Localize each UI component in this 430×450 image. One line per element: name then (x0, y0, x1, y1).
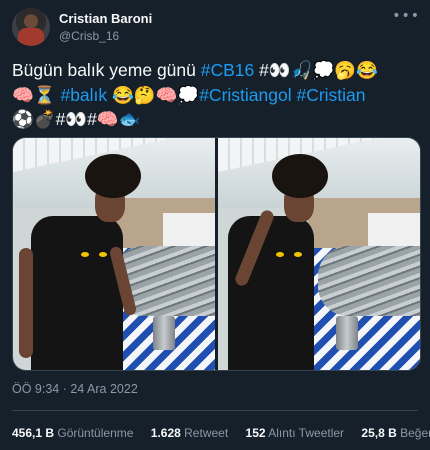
more-options-icon[interactable]: ••• (392, 8, 420, 24)
tweet-text-part: 😂🤔🧠💭 (107, 84, 200, 105)
fish-pile (318, 246, 420, 316)
black-shirt (228, 216, 314, 370)
stat-retweets[interactable]: 1.628 Retweet (151, 426, 228, 440)
author-handle[interactable]: @Crisb_16 (59, 29, 119, 43)
stat-value: 1.628 (150, 426, 181, 440)
time: ÖÖ 9:34 (12, 382, 60, 396)
tweet-timestamp[interactable]: ÖÖ 9:34 · 24 Ara 2022 (12, 382, 138, 396)
hair (272, 154, 328, 198)
stat-value: 456,1 B (12, 426, 55, 440)
metal-bucket (153, 316, 175, 350)
stat-likes[interactable]: 25,8 B Beğeni (361, 426, 430, 440)
avatar[interactable] (12, 8, 50, 46)
date: 24 Ara 2022 (70, 382, 138, 396)
stat-quotes[interactable]: 152 Alıntı Tweetler (246, 426, 345, 440)
tweet-stats: 456,1 B Görüntülenme 1.628 Retweet 152 A… (12, 426, 430, 440)
stat-label: Retweet (184, 426, 229, 440)
shirt-eye (294, 252, 302, 257)
stat-value: 25,8 B (361, 426, 397, 440)
hashtag-cristiangol[interactable]: #Cristiangol #Cristian (199, 85, 365, 105)
black-shirt (31, 216, 123, 370)
divider (12, 410, 418, 411)
arm (19, 248, 33, 358)
media-grid (12, 137, 421, 371)
tweet-text: Bügün balık yeme günü #CB16 #👀🎣💭🥱😂 🧠⏳ #b… (12, 58, 416, 132)
tweet-text-part: #👀🎣💭🥱😂 (254, 60, 378, 80)
tweet-text-part: ⚽💣#👀#🧠🐟 (12, 109, 141, 129)
shirt-eye (99, 252, 107, 257)
tweet-text-part: 🧠⏳ (12, 84, 56, 105)
tweet-text-part: Bügün balık yeme günü (12, 60, 201, 80)
stat-label: Beğeni (400, 426, 430, 440)
separator: · (59, 382, 71, 396)
tweet-header: Cristian Baroni @Crisb_16 ••• (12, 8, 420, 48)
hashtag-balik[interactable]: #balık (60, 85, 107, 105)
stat-label: Alıntı Tweetler (268, 426, 345, 440)
stat-label: Görüntülenme (57, 426, 134, 440)
hair (85, 154, 141, 198)
author-name[interactable]: Cristian Baroni (59, 11, 152, 26)
metal-bucket (336, 316, 358, 350)
hashtag-cb16[interactable]: #CB16 (201, 60, 255, 80)
photo-1[interactable] (13, 138, 215, 370)
stat-views: 456,1 B Görüntülenme (12, 426, 133, 440)
shirt-eye (276, 252, 284, 257)
shirt-eye (81, 252, 89, 257)
photo-2[interactable] (218, 138, 420, 370)
stat-value: 152 (245, 426, 266, 440)
